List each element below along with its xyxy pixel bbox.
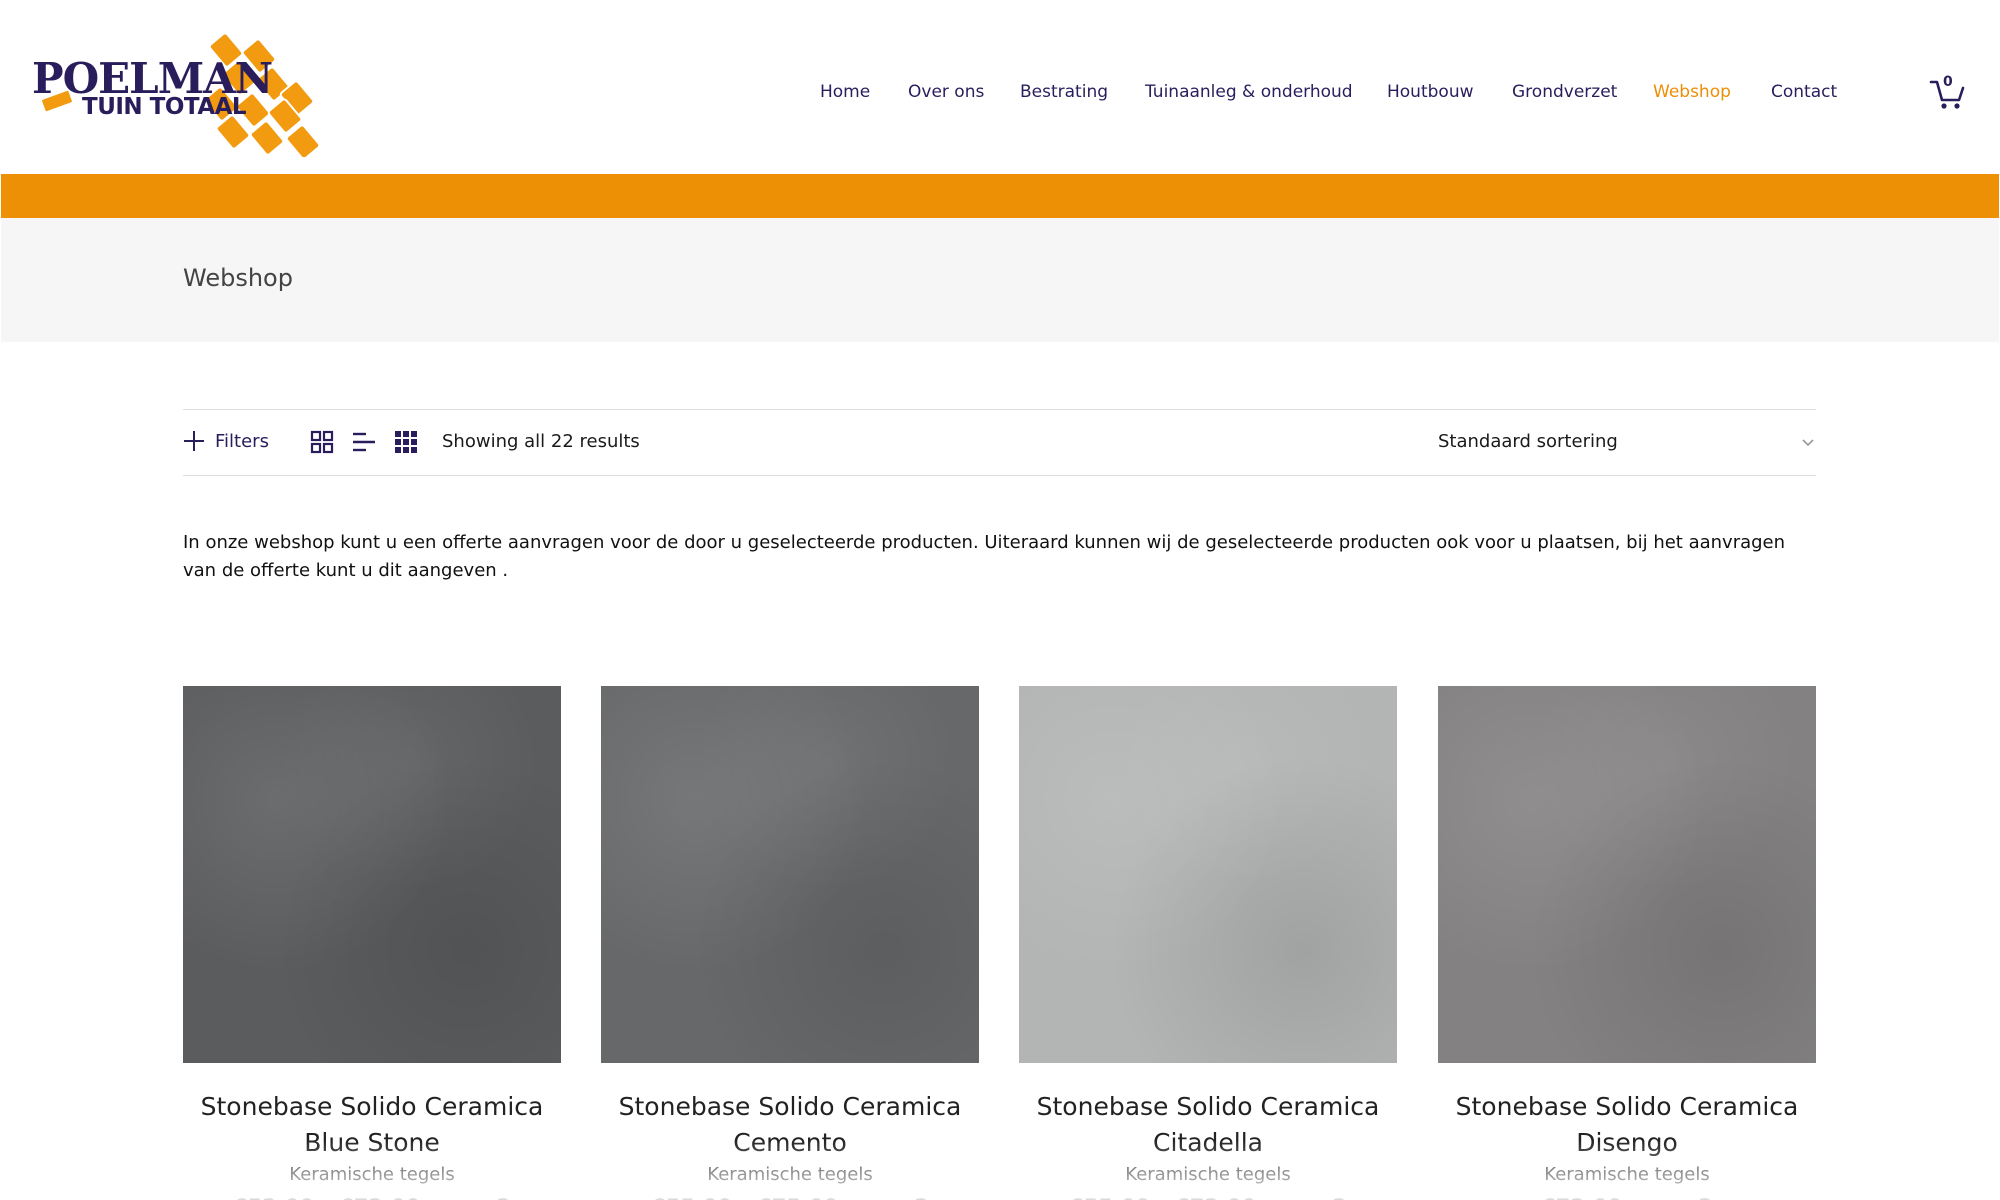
product-card: Stonebase Solido Ceramica Blue Stone Ker…: [183, 686, 561, 1200]
plus-icon: [184, 431, 204, 451]
product-category: Keramische tegels: [1544, 1164, 1710, 1185]
nav-item-tuinaanleg[interactable]: Tuinaanleg & onderhoud: [1145, 82, 1353, 102]
nav-item-webshop[interactable]: Webshop: [1653, 82, 1731, 102]
grid-2-icon: [310, 430, 334, 454]
view-grid-3-button[interactable]: [394, 430, 418, 454]
page-title-band: [1, 218, 1999, 342]
nav-item-over-ons[interactable]: Over ons: [908, 82, 984, 102]
page-title: Webshop: [183, 264, 293, 292]
product-title[interactable]: Stonebase Solido Ceramica Disengo: [1438, 1089, 1816, 1161]
cart-count-badge: 0: [1943, 74, 1953, 90]
shop-toolbar: Filters Showing all 22 results Standaard: [183, 409, 1816, 476]
results-count: Showing all 22 results: [442, 431, 640, 452]
product-category: Keramische tegels: [289, 1164, 455, 1185]
product-title[interactable]: Stonebase Solido Ceramica Citadella: [1019, 1089, 1397, 1161]
site-header: POELMAN TUIN TOTAAL Home Over ons Bestra…: [0, 0, 2000, 174]
product-image[interactable]: [1438, 686, 1816, 1063]
nav-item-houtbouw[interactable]: Houtbouw: [1387, 82, 1474, 102]
list-icon: [353, 432, 375, 452]
nav-item-grondverzet[interactable]: Grondverzet: [1512, 82, 1617, 102]
filters-label: Filters: [215, 430, 269, 452]
product-title[interactable]: Stonebase Solido Ceramica Blue Stone: [183, 1089, 561, 1161]
product-card: Stonebase Solido Ceramica Citadella Kera…: [1019, 686, 1397, 1200]
grid-3-icon: [395, 431, 417, 453]
product-title[interactable]: Stonebase Solido Ceramica Cemento: [601, 1089, 979, 1161]
product-card: Stonebase Solido Ceramica Disengo Kerami…: [1438, 686, 1816, 1200]
product-card: Stonebase Solido Ceramica Cemento Kerami…: [601, 686, 979, 1200]
accent-bar: [1, 174, 1999, 218]
product-price: €52,00 – €72,00 per m2: [183, 1189, 561, 1200]
view-list-button[interactable]: [352, 430, 376, 454]
main-nav: Home Over ons Bestrating Tuinaanleg & on…: [0, 82, 2000, 108]
webshop-intro-text: In onze webshop kunt u een offerte aanvr…: [183, 532, 1786, 581]
chevron-down-icon: [1802, 439, 1814, 447]
product-image[interactable]: [1019, 686, 1397, 1063]
product-price: €72,00 per m2: [1438, 1189, 1816, 1200]
filters-toggle[interactable]: Filters: [183, 426, 269, 456]
product-price: €55,00 – €72,00 per m2: [1019, 1189, 1397, 1200]
product-category: Keramische tegels: [1125, 1164, 1291, 1185]
nav-item-home[interactable]: Home: [820, 82, 870, 102]
view-grid-2-button[interactable]: [310, 430, 334, 454]
nav-item-bestrating[interactable]: Bestrating: [1020, 82, 1108, 102]
product-category: Keramische tegels: [707, 1164, 873, 1185]
nav-item-contact[interactable]: Contact: [1771, 82, 1837, 102]
product-image[interactable]: [183, 686, 561, 1063]
sort-selected-value: Standaard sortering: [1438, 431, 1618, 452]
product-price: €55,00 – €75,00 per m2: [601, 1189, 979, 1200]
sort-select[interactable]: Standaard sortering: [1438, 420, 1816, 464]
product-image[interactable]: [601, 686, 979, 1063]
